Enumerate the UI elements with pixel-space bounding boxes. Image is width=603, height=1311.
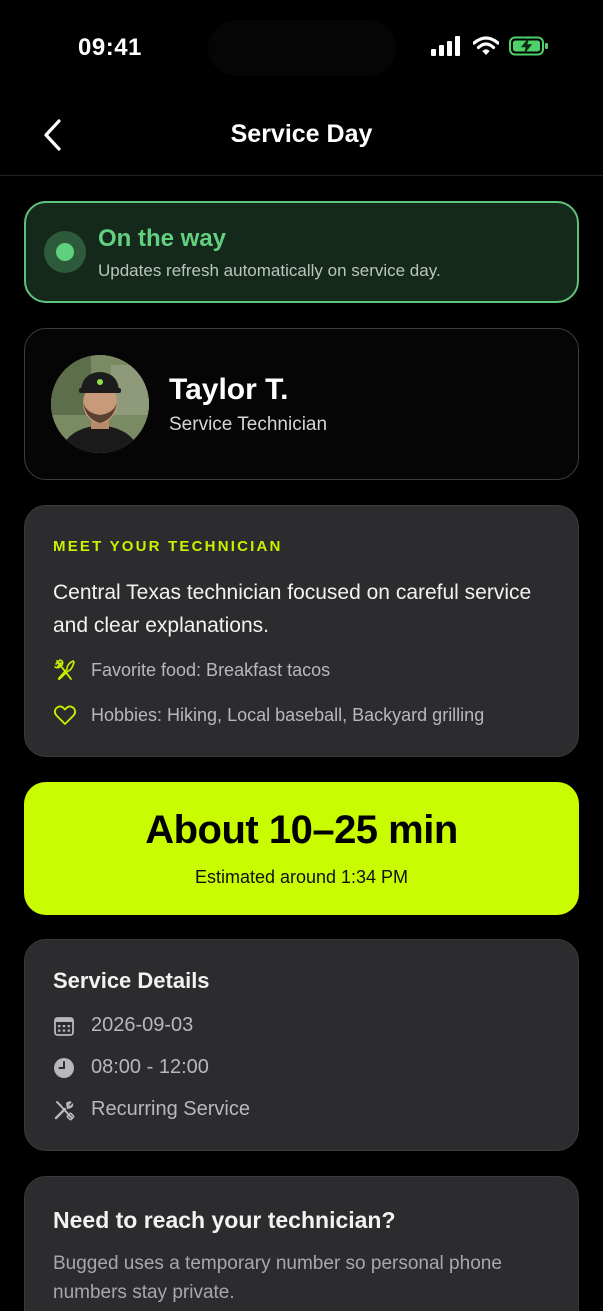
service-details-title: Service Details <box>53 968 210 993</box>
meet-technician-card: MEET YOUR TECHNICIAN Central Texas techn… <box>24 505 579 757</box>
status-time: 09:41 <box>78 34 142 61</box>
heart-icon <box>53 705 77 725</box>
service-type: Recurring Service <box>91 1098 250 1120</box>
contact-description: Bugged uses a temporary number so person… <box>53 1253 502 1303</box>
technician-role: Service Technician <box>169 414 328 435</box>
status-card: On the way Updates refresh automatically… <box>24 201 579 303</box>
clock-icon <box>54 1057 74 1078</box>
favorite-food-row: Favorite food: Breakfast tacos <box>53 658 330 682</box>
technician-avatar <box>51 355 149 453</box>
technician-bio: Central Texas technician focused on care… <box>53 581 532 637</box>
contact-title: Need to reach your technician? <box>53 1207 396 1233</box>
eta-card: About 10–25 min Estimated around 1:34 PM <box>24 782 579 915</box>
cellular-signal-icon <box>431 36 460 56</box>
contact-card: Need to reach your technician? Bugged us… <box>24 1176 579 1311</box>
service-date: 2026-09-03 <box>91 1014 194 1036</box>
service-details-card: Service Details 2026-09-03 08:00 - 12:00… <box>24 939 579 1151</box>
eta-title: About 10–25 min <box>145 808 458 852</box>
favorite-food-text: Favorite food: Breakfast tacos <box>91 659 331 680</box>
service-date-row: 2026-09-03 <box>53 1014 193 1037</box>
dynamic-island <box>208 20 396 76</box>
nav-bar: Service Day <box>0 96 603 176</box>
hobbies-text: Hobbies: Hiking, Local baseball, Backyar… <box>91 704 485 725</box>
technician-name: Taylor T. <box>169 373 289 406</box>
battery-charging-icon <box>509 36 548 56</box>
eta-subtitle: Estimated around 1:34 PM <box>194 867 409 887</box>
status-dot <box>56 243 74 261</box>
service-window: 08:00 - 12:00 <box>91 1056 209 1078</box>
page-title: Service Day <box>230 120 373 148</box>
hobbies-row: Hobbies: Hiking, Local baseball, Backyar… <box>53 704 484 726</box>
status-title: On the way <box>98 225 227 252</box>
wifi-icon <box>473 36 499 55</box>
calendar-icon <box>54 1016 74 1036</box>
service-type-row: Recurring Service <box>53 1098 250 1121</box>
tools-icon <box>54 1100 75 1120</box>
meet-label: MEET YOUR TECHNICIAN <box>53 538 283 555</box>
status-icons <box>431 36 549 56</box>
technician-card: Taylor T. Service Technician <box>24 328 579 480</box>
status-bar: 09:41 <box>0 0 603 96</box>
status-indicator <box>44 231 86 273</box>
fork-knife-icon <box>54 659 75 680</box>
service-window-row: 08:00 - 12:00 <box>53 1056 209 1079</box>
status-subtitle: Updates refresh automatically on service… <box>98 261 441 280</box>
